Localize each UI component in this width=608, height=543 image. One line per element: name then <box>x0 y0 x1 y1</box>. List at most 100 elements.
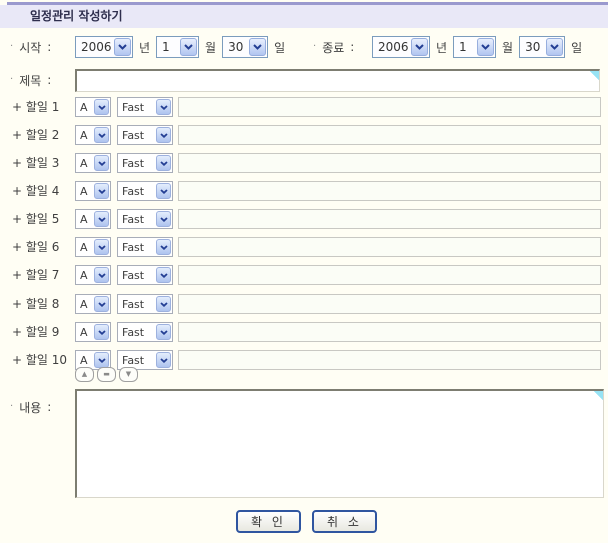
confirm-button[interactable]: 확 인 <box>236 510 301 533</box>
todo-category-select[interactable]: A <box>75 209 111 229</box>
todo-speed-select[interactable]: Fast <box>117 294 173 314</box>
minus-icon: ▬ <box>103 370 110 378</box>
start-day-select[interactable]: 30 <box>222 36 268 58</box>
chevron-down-icon[interactable] <box>156 127 171 143</box>
todo-speed-select[interactable]: Fast <box>117 322 173 342</box>
todo-row: + 할일 3 A Fast <box>0 153 608 173</box>
todo-speed-select[interactable]: Fast <box>117 125 173 145</box>
chevron-down-icon[interactable] <box>94 211 109 227</box>
chevron-down-icon[interactable] <box>94 155 109 171</box>
todo-label: + 할일 6 <box>12 237 59 257</box>
todo-category-select[interactable]: A <box>75 97 111 117</box>
start-month-select[interactable]: 1 <box>156 36 199 58</box>
todo-category-select[interactable]: A <box>75 265 111 285</box>
chevron-down-icon[interactable] <box>94 99 109 115</box>
start-year-select[interactable]: 2006 <box>75 36 133 58</box>
chevron-down-icon[interactable] <box>156 183 171 199</box>
remove-row-button[interactable]: ▬ <box>97 367 116 382</box>
todo-label: + 할일 10 <box>12 350 67 370</box>
todo-row: + 할일 2 A Fast <box>0 125 608 145</box>
chevron-down-icon[interactable] <box>114 38 131 56</box>
todo-input[interactable] <box>178 181 601 201</box>
todo-input[interactable] <box>178 209 601 229</box>
todo-label: + 할일 5 <box>12 209 59 229</box>
up-arrow-icon: ▲ <box>82 370 87 378</box>
chevron-down-icon[interactable] <box>94 183 109 199</box>
todo-label: + 할일 8 <box>12 294 59 314</box>
page-title: 일정관리 작성하기 <box>30 5 123 28</box>
todo-category-select[interactable]: A <box>75 322 111 342</box>
chevron-down-icon[interactable] <box>94 324 109 340</box>
chevron-down-icon[interactable] <box>156 99 171 115</box>
title-label: · 제목 : <box>10 69 51 91</box>
chevron-down-icon[interactable] <box>156 211 171 227</box>
bullet-icon: · <box>10 75 13 85</box>
cancel-button[interactable]: 취 소 <box>312 510 377 533</box>
chevron-down-icon[interactable] <box>156 352 171 368</box>
month-unit-label: 월 <box>502 39 513 56</box>
todo-label: + 할일 3 <box>12 153 59 173</box>
title-input[interactable] <box>77 71 599 91</box>
todo-category-select[interactable]: A <box>75 153 111 173</box>
year-unit-label: 년 <box>139 39 150 56</box>
todo-row: + 할일 5 A Fast <box>0 209 608 229</box>
todo-label: + 할일 2 <box>12 125 59 145</box>
todo-speed-select[interactable]: Fast <box>117 153 173 173</box>
todo-input[interactable] <box>178 125 601 145</box>
todo-label: + 할일 4 <box>12 181 59 201</box>
todo-category-select[interactable]: A <box>75 294 111 314</box>
todo-speed-select[interactable]: Fast <box>117 181 173 201</box>
chevron-down-icon[interactable] <box>156 296 171 312</box>
chevron-down-icon[interactable] <box>94 352 109 368</box>
year-unit-label: 년 <box>436 39 447 56</box>
end-day-select[interactable]: 30 <box>519 36 565 58</box>
chevron-down-icon[interactable] <box>94 267 109 283</box>
chevron-down-icon[interactable] <box>477 38 494 56</box>
chevron-down-icon[interactable] <box>156 324 171 340</box>
start-date-group: 2006 년 1 월 30 일 <box>75 36 285 58</box>
todo-speed-select[interactable]: Fast <box>117 209 173 229</box>
content-label: · 내용 : <box>10 396 51 418</box>
todo-row: + 할일 1 A Fast <box>0 97 608 117</box>
todo-speed-select[interactable]: Fast <box>117 237 173 257</box>
chevron-down-icon[interactable] <box>94 239 109 255</box>
todo-speed-select[interactable]: Fast <box>117 265 173 285</box>
todo-input[interactable] <box>178 294 601 314</box>
todo-category-select[interactable]: A <box>75 181 111 201</box>
start-date-label: · 시작 : <box>10 36 51 58</box>
end-date-label: · 종료 : <box>313 36 354 58</box>
todo-speed-select[interactable]: Fast <box>117 97 173 117</box>
move-down-button[interactable]: ▼ <box>119 367 138 382</box>
day-unit-label: 일 <box>571 39 582 56</box>
chevron-down-icon[interactable] <box>411 38 428 56</box>
chevron-down-icon[interactable] <box>156 239 171 255</box>
bullet-icon: · <box>313 42 316 52</box>
end-month-select[interactable]: 1 <box>453 36 496 58</box>
month-unit-label: 월 <box>205 39 216 56</box>
todo-row: + 할일 4 A Fast <box>0 181 608 201</box>
todo-input[interactable] <box>178 97 601 117</box>
todo-input[interactable] <box>178 350 601 370</box>
todo-category-select[interactable]: A <box>75 237 111 257</box>
chevron-down-icon[interactable] <box>156 155 171 171</box>
end-year-select[interactable]: 2006 <box>372 36 430 58</box>
day-unit-label: 일 <box>274 39 285 56</box>
todo-input[interactable] <box>178 265 601 285</box>
todo-input[interactable] <box>178 153 601 173</box>
bullet-icon: · <box>10 402 13 412</box>
end-date-group: 2006 년 1 월 30 일 <box>372 36 582 58</box>
title-input-frame <box>75 69 600 92</box>
todo-input[interactable] <box>178 322 601 342</box>
chevron-down-icon[interactable] <box>546 38 563 56</box>
move-up-button[interactable]: ▲ <box>75 367 94 382</box>
chevron-down-icon[interactable] <box>94 296 109 312</box>
content-textarea[interactable] <box>77 391 603 497</box>
chevron-down-icon[interactable] <box>249 38 266 56</box>
todo-input[interactable] <box>178 237 601 257</box>
chevron-down-icon[interactable] <box>156 267 171 283</box>
todo-category-select[interactable]: A <box>75 125 111 145</box>
todo-row: + 할일 9 A Fast <box>0 322 608 342</box>
chevron-down-icon[interactable] <box>94 127 109 143</box>
chevron-down-icon[interactable] <box>180 38 197 56</box>
todo-row: + 할일 6 A Fast <box>0 237 608 257</box>
